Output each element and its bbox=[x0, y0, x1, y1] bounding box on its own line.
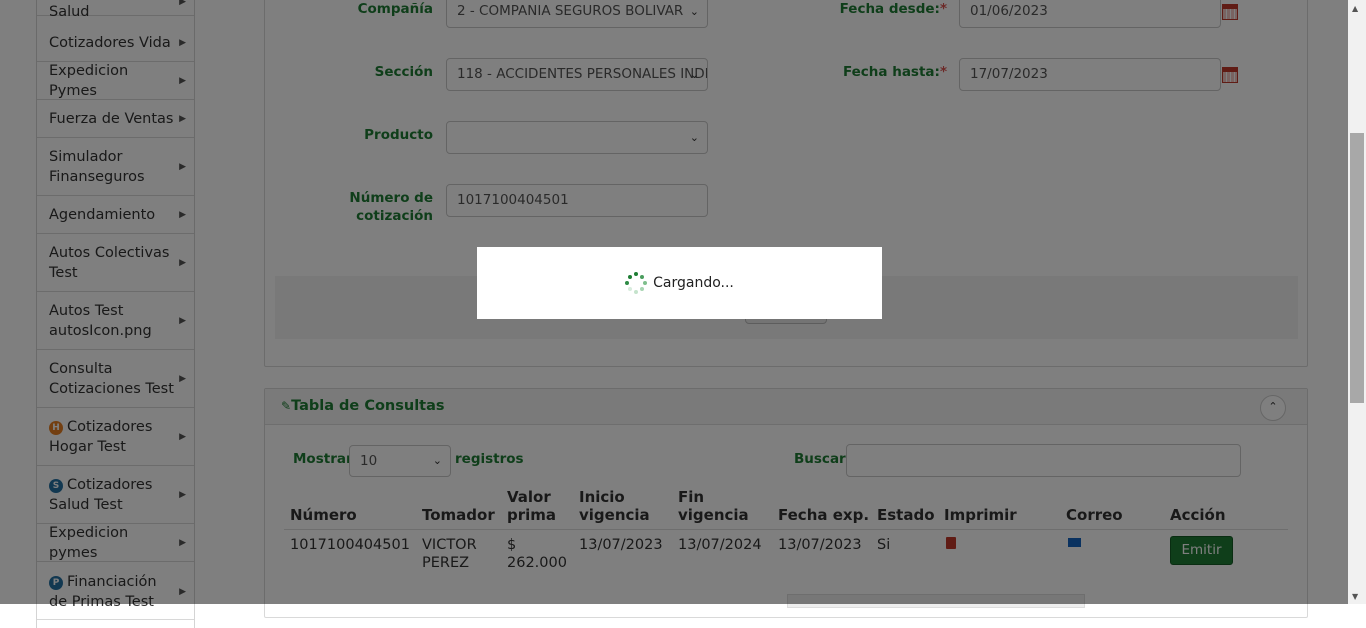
vertical-scrollbar[interactable]: ▲ ▼ bbox=[1348, 0, 1366, 604]
scrollbar-thumb[interactable] bbox=[1350, 133, 1364, 403]
loading-dialog: Cargando... bbox=[477, 247, 882, 319]
scroll-down-icon[interactable]: ▼ bbox=[1352, 592, 1358, 601]
page: Cotizadores Salud ▶ Cotizadores Vida ▶ E… bbox=[0, 0, 1366, 628]
loading-text: Cargando... bbox=[653, 275, 734, 291]
scroll-up-icon[interactable]: ▲ bbox=[1352, 4, 1358, 13]
spinner-icon bbox=[625, 272, 648, 294]
